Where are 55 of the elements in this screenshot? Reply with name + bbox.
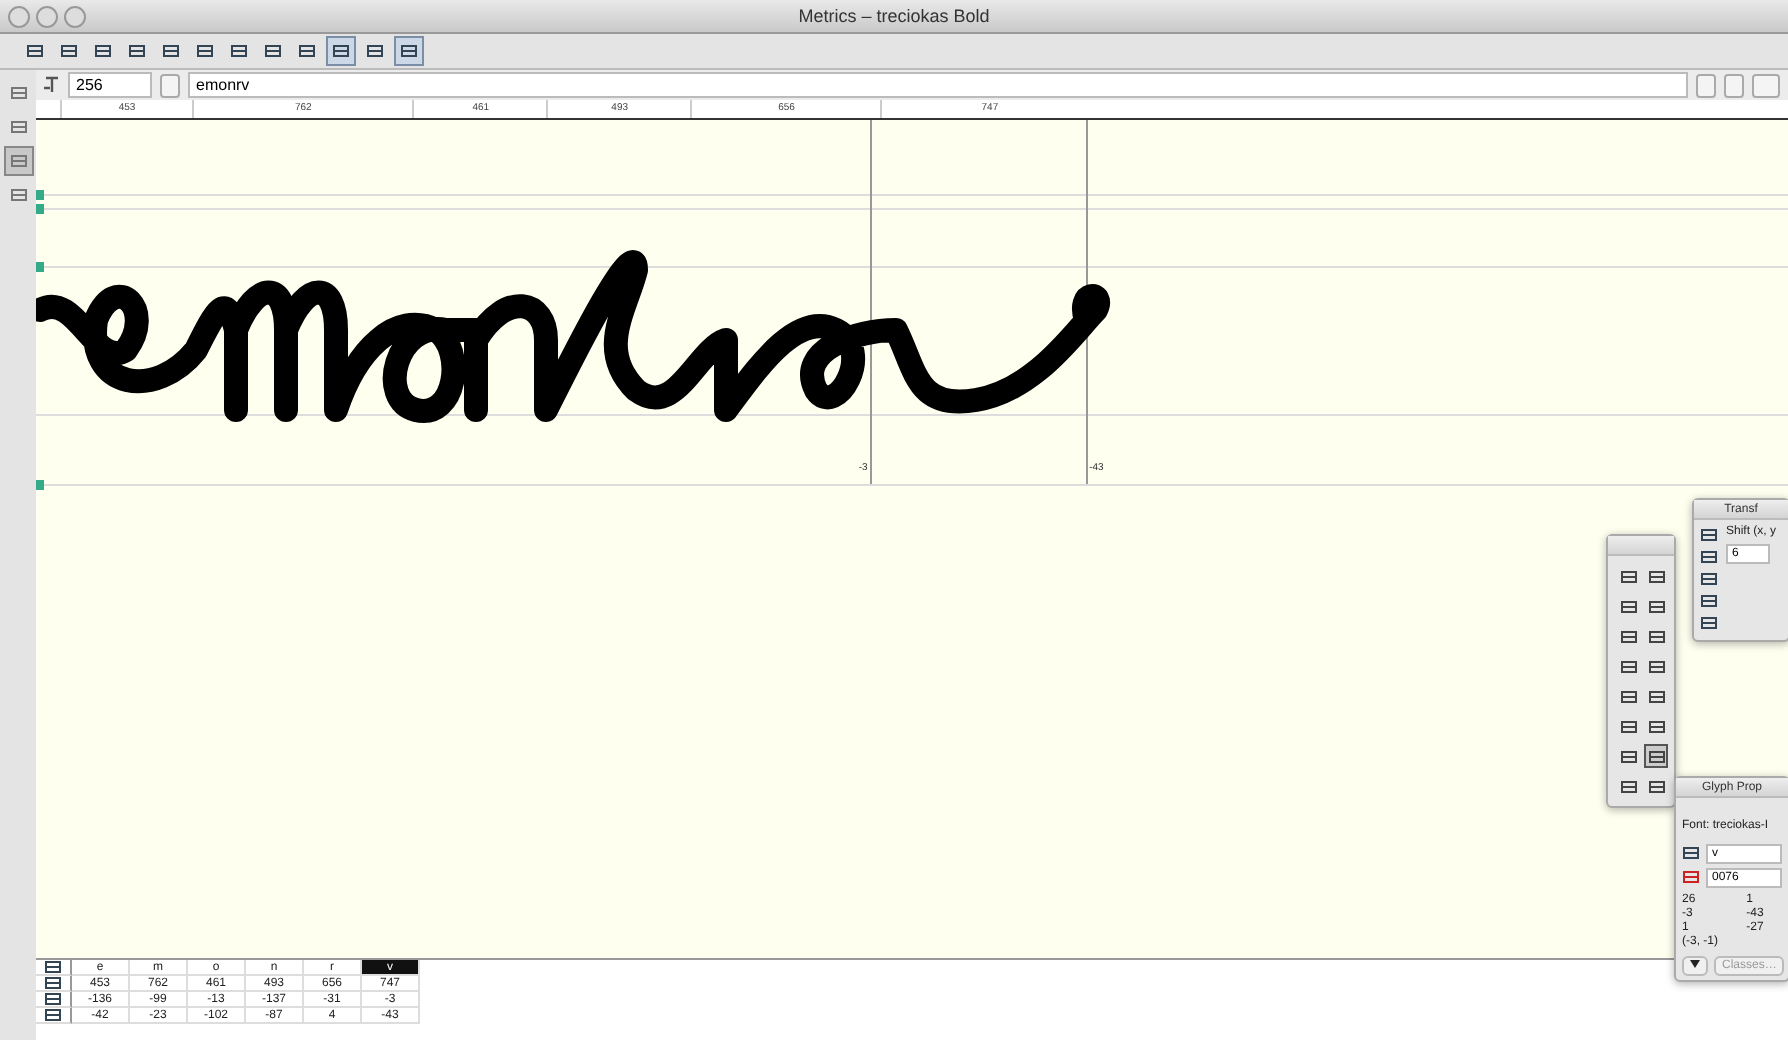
guide-marker[interactable]	[36, 480, 44, 490]
tool-icon	[1700, 548, 1718, 566]
tool-icon	[1619, 717, 1637, 735]
tool-icon	[1619, 687, 1637, 705]
tool-icon	[1647, 717, 1665, 735]
text-field[interactable]: emonrv	[188, 72, 1688, 98]
tool-button[interactable]	[3, 146, 33, 176]
tool-icon	[94, 42, 112, 60]
tool-icon	[1619, 657, 1637, 675]
glyph-row-icon	[44, 958, 62, 976]
metric-row-icon	[44, 974, 62, 992]
tool-icon	[60, 42, 78, 60]
tool-icon	[9, 152, 27, 170]
tool-icon	[1619, 747, 1637, 765]
tool-icon	[1647, 777, 1665, 795]
menu-button[interactable]	[1682, 956, 1708, 976]
palette-tool[interactable]	[1644, 744, 1668, 768]
tool-icon	[264, 42, 282, 60]
tool-icon	[9, 84, 27, 102]
tool-icon	[1619, 567, 1637, 585]
tool-icon	[366, 42, 384, 60]
tool-icon	[128, 42, 146, 60]
tool-icon	[26, 42, 44, 60]
tool-icon	[1647, 657, 1665, 675]
tool-icon	[9, 118, 27, 136]
toolbar-button[interactable]	[394, 36, 424, 66]
palette-title-bar	[1608, 536, 1674, 556]
metric-row-icon	[44, 990, 62, 1008]
tool-icon	[1700, 592, 1718, 610]
tool-icon	[1700, 570, 1718, 588]
tool-icon	[298, 42, 316, 60]
tool-icon	[332, 42, 350, 60]
tool-icon	[1700, 526, 1718, 544]
tool-icon	[1700, 614, 1718, 632]
tool-icon	[400, 42, 418, 60]
tool-icon	[1619, 627, 1637, 645]
tool-icon	[1647, 627, 1665, 645]
size-field[interactable]: 256	[68, 72, 152, 98]
tool-icon	[230, 42, 248, 60]
guide-marker[interactable]	[36, 204, 44, 214]
tool-icon	[1619, 777, 1637, 795]
toolbar-button[interactable]	[326, 36, 356, 66]
tool-icon	[1647, 597, 1665, 615]
tool-icon	[162, 42, 180, 60]
tool-icon	[1619, 597, 1637, 615]
window-title: Metrics – treciokas Bold	[0, 0, 1788, 34]
tool-icon	[1647, 687, 1665, 705]
tool-icon	[1647, 567, 1665, 585]
guide-marker[interactable]	[36, 190, 44, 200]
tool-icon	[1647, 747, 1665, 765]
size-icon	[44, 76, 60, 94]
tool-icon	[9, 186, 27, 204]
metric-row-icon	[44, 1006, 62, 1024]
guide-marker[interactable]	[36, 262, 44, 272]
tool-icon	[196, 42, 214, 60]
